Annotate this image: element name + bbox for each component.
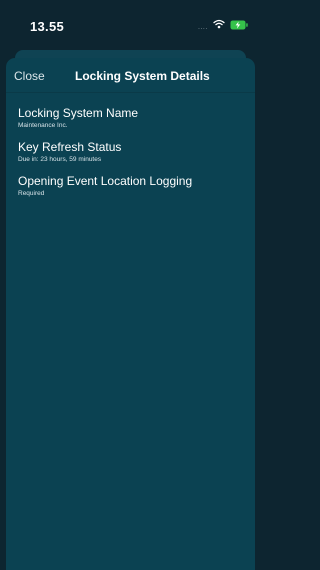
details-sheet: Close Locking System Details Locking Sys…: [6, 58, 255, 570]
detail-title: Key Refresh Status: [18, 140, 122, 154]
nav-bar: Close Locking System Details: [6, 58, 255, 92]
status-time: 13.55: [30, 19, 65, 34]
detail-item-location-logging: Opening Event Location Logging Required: [18, 174, 248, 198]
page-title: Locking System Details: [75, 69, 210, 83]
detail-item-locking-system-name: Locking System Name Maintenance Inc.: [18, 106, 248, 130]
detail-list: Locking System Name Maintenance Inc. Key…: [18, 106, 248, 208]
battery-charging-icon: [230, 20, 248, 30]
detail-value: Maintenance Inc.: [18, 122, 68, 129]
detail-title: Locking System Name: [18, 106, 139, 120]
close-button[interactable]: Close: [14, 69, 45, 83]
nav-divider: [6, 92, 255, 93]
detail-item-key-refresh-status: Key Refresh Status Due in: 23 hours, 59 …: [18, 140, 248, 164]
detail-title: Opening Event Location Logging: [18, 174, 193, 188]
detail-value: Due in: 23 hours, 59 minutes: [18, 156, 102, 163]
status-bar: 13.55 ....: [0, 0, 261, 46]
detail-value: Required: [18, 190, 45, 197]
wifi-icon: [213, 19, 225, 29]
signal-icon: ....: [198, 24, 208, 31]
